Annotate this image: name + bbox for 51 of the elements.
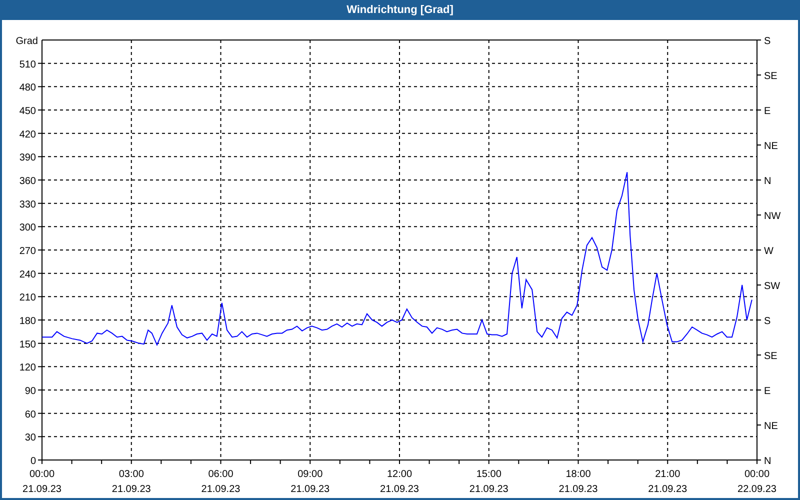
y-tick-label: 240 — [19, 269, 36, 280]
direction-label: E — [764, 106, 771, 117]
x-tick-label: 12:00 — [386, 469, 412, 480]
date-label: 21.09.23 — [112, 484, 151, 495]
y-tick-label: 120 — [19, 362, 36, 374]
x-tick-label: 03:00 — [118, 469, 144, 480]
y-tick-label: 150 — [19, 339, 36, 350]
direction-label: E — [764, 386, 771, 397]
direction-label: NE — [764, 141, 778, 152]
window-title: Windrichtung [Grad] — [346, 2, 454, 18]
y-tick-label: 180 — [19, 316, 36, 327]
y-axis-label: Grad — [16, 36, 38, 47]
direction-label: W — [764, 246, 774, 257]
direction-label: NW — [764, 211, 781, 222]
date-label: 21.09.23 — [380, 484, 419, 495]
date-label: 21.09.23 — [558, 484, 598, 495]
date-label: 21.09.23 — [469, 484, 508, 495]
y-tick-label: 390 — [19, 152, 36, 164]
y-tick-label: 480 — [19, 82, 36, 94]
y-tick-label: 450 — [19, 106, 36, 117]
y-tick-label: 300 — [19, 222, 36, 234]
date-label: 21.09.23 — [648, 484, 688, 495]
y-tick-label: 90 — [24, 386, 36, 397]
y-tick-label: 360 — [19, 176, 36, 187]
x-tick-label: 06:00 — [208, 469, 234, 480]
y-tick-label: 510 — [19, 59, 36, 70]
date-label: 21.09.23 — [201, 484, 240, 495]
y-tick-label: 330 — [19, 199, 36, 210]
date-label: 22.09.23 — [738, 484, 776, 495]
x-tick-label: 15:00 — [476, 469, 502, 480]
x-tick-label: 09:00 — [298, 469, 323, 480]
direction-label: SE — [764, 71, 778, 82]
direction-label: N — [764, 456, 772, 467]
direction-label: S — [764, 316, 771, 327]
direction-label: SE — [764, 351, 778, 362]
y-tick-label: 30 — [24, 432, 36, 444]
x-tick-label: 21:00 — [655, 469, 680, 480]
x-tick-label: 00:00 — [744, 469, 770, 480]
y-tick-label: 420 — [19, 129, 36, 140]
direction-label: NE — [764, 421, 778, 432]
direction-label: S — [764, 36, 771, 47]
y-tick-label: 0 — [30, 456, 36, 467]
y-tick-label: 60 — [24, 409, 36, 420]
y-tick-label: 270 — [19, 246, 36, 257]
x-tick-label: 18:00 — [566, 469, 591, 480]
date-label: 21.09.23 — [290, 484, 330, 495]
direction-label: N — [764, 176, 772, 187]
x-tick-label: 00:00 — [29, 469, 55, 480]
date-label: 21.09.23 — [22, 484, 62, 495]
y-tick-label: 210 — [19, 292, 36, 304]
direction-label: SW — [764, 281, 780, 292]
